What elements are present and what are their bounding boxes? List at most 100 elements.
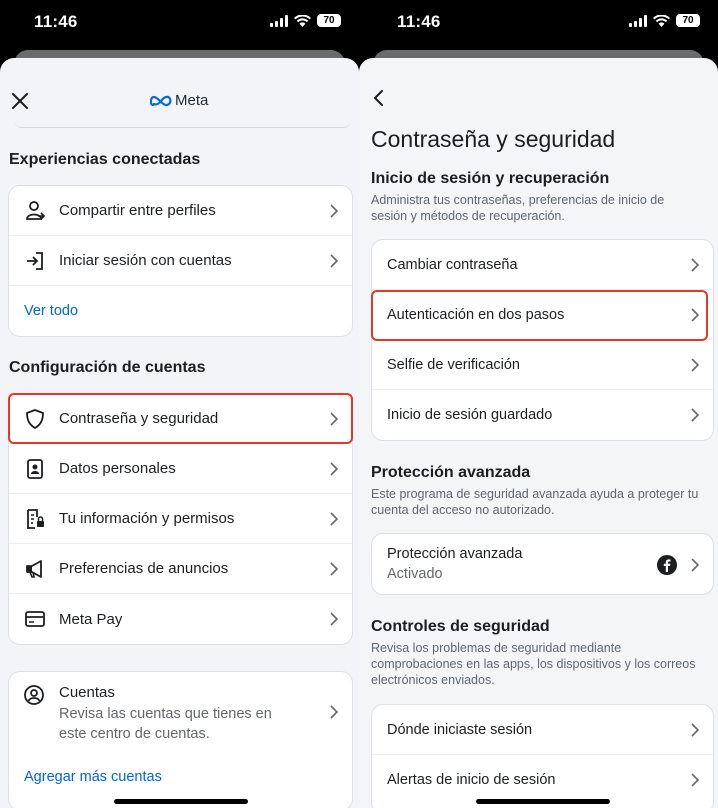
wifi-icon bbox=[294, 14, 311, 27]
accounts-card: Cuentas Revisa las cuentas que tienes en… bbox=[8, 671, 353, 808]
account-circle-icon bbox=[23, 684, 47, 708]
row-meta-pay[interactable]: Meta Pay bbox=[9, 594, 352, 644]
chevron-right-icon bbox=[330, 612, 338, 626]
close-icon[interactable] bbox=[10, 91, 30, 111]
cellular-signal-icon bbox=[270, 14, 288, 27]
row-ad-preferences[interactable]: Preferencias de anuncios bbox=[9, 544, 352, 594]
row-login-with-accounts[interactable]: Iniciar sesión con cuentas bbox=[9, 236, 352, 286]
chevron-right-icon bbox=[330, 511, 338, 526]
page-title: Contraseña y seguridad bbox=[371, 126, 616, 152]
chevron-right-icon bbox=[691, 722, 699, 737]
row-label: Meta Pay bbox=[59, 610, 123, 628]
scrolled-card-edge bbox=[14, 120, 351, 128]
wifi-icon bbox=[653, 14, 670, 27]
row-verification-selfie[interactable]: Selfie de verificación bbox=[372, 340, 713, 390]
home-indicator[interactable] bbox=[476, 799, 610, 804]
chevron-right-icon bbox=[691, 257, 699, 272]
advanced-protection-card: Protección avanzada Activado bbox=[371, 533, 714, 595]
account-settings-title: Configuración de cuentas bbox=[9, 359, 206, 376]
description-line: comprobaciones en las apps, los disposit… bbox=[371, 657, 696, 671]
see-all-link-row[interactable]: Ver todo bbox=[9, 286, 352, 336]
security-controls-description: Revisa los problemas de seguridad median… bbox=[371, 640, 714, 688]
row-label: Contraseña y seguridad bbox=[59, 410, 219, 427]
connected-experiences-title: Experiencias conectadas bbox=[9, 151, 201, 168]
row-label: Autenticación en dos pasos bbox=[387, 306, 565, 323]
description-line: electrónicos enviados. bbox=[371, 673, 495, 687]
login-recovery-title: Inicio de sesión y recuperación bbox=[371, 170, 610, 187]
password-security-sheet: Contraseña y seguridad Inicio de sesión … bbox=[359, 58, 718, 808]
chevron-right-icon bbox=[691, 408, 699, 422]
status-time: 11:46 bbox=[34, 12, 78, 31]
chevron-right-icon bbox=[330, 253, 338, 268]
accounts-title: Cuentas bbox=[59, 684, 115, 701]
advanced-protection-title: Protección avanzada bbox=[371, 464, 531, 481]
add-accounts-link[interactable]: Agregar más cuentas bbox=[24, 769, 162, 785]
row-accounts[interactable]: Cuentas Revisa las cuentas que tienes en… bbox=[9, 672, 352, 762]
row-label: Alertas de inicio de sesión bbox=[387, 772, 556, 788]
login-recovery-description: Administra tus contraseñas, preferencias… bbox=[371, 192, 714, 224]
chevron-right-icon bbox=[330, 561, 338, 576]
row-label: Compartir entre perfiles bbox=[59, 202, 216, 219]
advanced-protection-description: Este programa de seguridad avanzada ayud… bbox=[371, 486, 714, 518]
accounts-description-line: este centro de cuentas. bbox=[59, 726, 210, 742]
megaphone-icon bbox=[23, 557, 47, 581]
right-phone-screen: 11:46 70 Contraseña y seguridad Inicio d… bbox=[359, 0, 718, 808]
row-advanced-protection[interactable]: Protección avanzada Activado bbox=[372, 534, 713, 594]
sheet-header: Meta bbox=[0, 58, 359, 128]
description-line: cuenta del acceso no autorizado. bbox=[371, 503, 555, 517]
login-arrow-icon bbox=[23, 249, 47, 273]
chevron-right-icon bbox=[330, 461, 338, 476]
row-label: Cambiar contraseña bbox=[387, 256, 518, 273]
meta-infinity-icon bbox=[150, 95, 172, 106]
connected-experiences-card: Compartir entre perfiles Iniciar sesión … bbox=[8, 185, 353, 337]
share-profiles-icon bbox=[23, 199, 47, 223]
see-all-link[interactable]: Ver todo bbox=[24, 303, 78, 319]
chevron-right-icon bbox=[330, 411, 338, 426]
description-line: Revisa los problemas de seguridad median… bbox=[371, 641, 622, 655]
home-indicator[interactable] bbox=[114, 799, 248, 804]
facebook-icon bbox=[657, 555, 677, 575]
security-controls-title: Controles de seguridad bbox=[371, 618, 550, 635]
row-label: Selfie de verificación bbox=[387, 356, 520, 373]
add-accounts-link-wrap: Agregar más cuentas bbox=[24, 768, 162, 786]
row-label: Inicio de sesión guardado bbox=[387, 407, 553, 423]
chevron-right-icon bbox=[691, 357, 699, 372]
row-two-factor-auth[interactable]: Autenticación en dos pasos bbox=[372, 290, 713, 340]
left-phone-screen: 11:46 70 Meta Experiencias conectadas Co… bbox=[0, 0, 359, 808]
account-settings-card: Contraseña y seguridad Datos personales … bbox=[8, 393, 353, 645]
description-line: Administra tus contraseñas, preferencias… bbox=[371, 193, 665, 207]
battery-indicator: 70 bbox=[676, 14, 700, 27]
row-saved-login[interactable]: Inicio de sesión guardado bbox=[372, 390, 713, 440]
row-change-password[interactable]: Cambiar contraseña bbox=[372, 240, 713, 290]
row-label: Dónde iniciaste sesión bbox=[387, 721, 533, 738]
document-lock-icon bbox=[23, 507, 47, 531]
id-card-icon bbox=[23, 457, 47, 481]
credit-card-icon bbox=[23, 607, 47, 631]
row-label: Tu información y permisos bbox=[59, 510, 235, 527]
login-recovery-card: Cambiar contraseña Autenticación en dos … bbox=[371, 239, 714, 441]
chevron-right-icon bbox=[691, 307, 699, 322]
meta-brand-text: Meta bbox=[175, 92, 209, 109]
row-label: Preferencias de anuncios bbox=[59, 560, 229, 577]
security-controls-card: Dónde iniciaste sesión Alertas de inicio… bbox=[371, 704, 714, 808]
row-status: Activado bbox=[387, 566, 443, 582]
chevron-right-icon bbox=[691, 773, 699, 787]
description-line: Este programa de seguridad avanzada ayud… bbox=[371, 487, 699, 501]
status-bar: 11:46 70 bbox=[0, 0, 359, 46]
row-login-alerts[interactable]: Alertas de inicio de sesión bbox=[372, 755, 713, 805]
chevron-right-icon bbox=[330, 705, 338, 719]
row-where-logged-in[interactable]: Dónde iniciaste sesión bbox=[372, 705, 713, 755]
row-personal-data[interactable]: Datos personales bbox=[9, 444, 352, 494]
row-password-security[interactable]: Contraseña y seguridad bbox=[9, 394, 352, 444]
shield-icon bbox=[23, 407, 47, 431]
meta-logo: Meta bbox=[150, 92, 208, 109]
chevron-right-icon bbox=[330, 203, 338, 218]
accounts-description: Revisa las cuentas que tienes en este ce… bbox=[59, 704, 272, 744]
row-label: Datos personales bbox=[59, 460, 176, 477]
back-arrow-icon[interactable] bbox=[371, 88, 387, 108]
row-share-profiles[interactable]: Compartir entre perfiles bbox=[9, 186, 352, 236]
battery-indicator: 70 bbox=[317, 14, 341, 27]
row-info-permissions[interactable]: Tu información y permisos bbox=[9, 494, 352, 544]
chevron-right-icon bbox=[691, 558, 699, 572]
cellular-signal-icon bbox=[629, 14, 647, 27]
